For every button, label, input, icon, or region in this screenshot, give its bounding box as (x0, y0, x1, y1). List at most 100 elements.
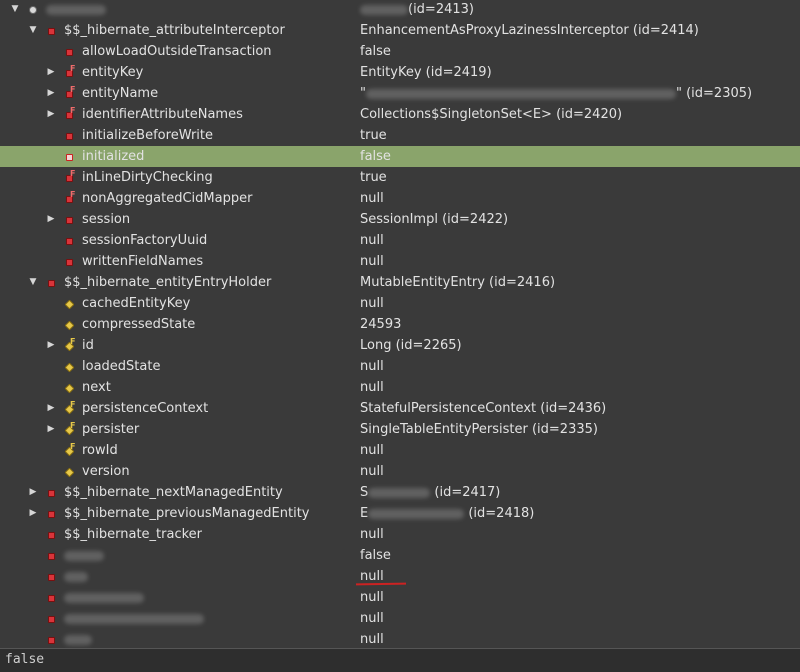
variable-value-text: null (360, 359, 384, 374)
variable-name: entityName (82, 86, 159, 101)
redacted-text (64, 571, 88, 582)
variable-row[interactable]: null (0, 608, 800, 629)
default-field-icon (62, 360, 76, 374)
variable-value: StatefulPersistenceContext (id=2436) (360, 398, 606, 419)
collapse-arrow-icon[interactable]: ▼ (8, 0, 22, 20)
variable-row[interactable]: ▶ Fid Long (id=2265) (0, 335, 800, 356)
variable-name: session (82, 212, 131, 227)
variable-value: Long (id=2265) (360, 335, 462, 356)
variable-row[interactable]: null (0, 629, 800, 648)
variable-value-text: null (360, 569, 384, 584)
variable-value-text: true (360, 128, 387, 143)
variable-row[interactable]: next null (0, 377, 800, 398)
expand-arrow-icon[interactable]: ▶ (44, 335, 58, 356)
variable-value: null (360, 587, 384, 608)
collapse-arrow-icon[interactable]: ▼ (26, 272, 40, 293)
variable-value-text: null (360, 254, 384, 269)
expand-arrow-icon[interactable]: ▶ (44, 104, 58, 125)
variable-value: true (360, 167, 387, 188)
variable-value-text: null (360, 233, 384, 248)
variable-value: null (360, 629, 384, 648)
expand-arrow-icon[interactable]: ▶ (44, 398, 58, 419)
variable-name: writtenFieldNames (82, 254, 204, 269)
variable-value: null (360, 608, 384, 629)
variable-row[interactable]: ▼ (id=2413) (0, 0, 800, 20)
variable-value-text: false (360, 149, 391, 164)
variable-row[interactable]: version null (0, 461, 800, 482)
variable-row[interactable]: ▶ FentityKey EntityKey (id=2419) (0, 62, 800, 83)
detail-pane[interactable]: false (0, 648, 800, 672)
variable-row[interactable]: ▶ FentityName " " (id=2305) (0, 83, 800, 104)
variable-row[interactable]: loadedState null (0, 356, 800, 377)
variable-row[interactable]: false (0, 545, 800, 566)
variable-value-text: null (360, 464, 384, 479)
default-field-icon (62, 465, 76, 479)
variable-row[interactable]: ▶ session SessionImpl (id=2422) (0, 209, 800, 230)
variable-value-text: null (360, 443, 384, 458)
variable-name: cachedEntityKey (82, 296, 191, 311)
variable-row[interactable]: FnonAggregatedCidMapper null (0, 188, 800, 209)
variable-name (46, 0, 106, 20)
variable-name: initialized (82, 149, 145, 164)
variable-value-suffix: " (id=2305) (675, 86, 753, 101)
variable-row[interactable]: FinLineDirtyChecking true (0, 167, 800, 188)
redacted-text (46, 4, 106, 15)
variable-value-text: 24593 (360, 317, 402, 332)
variable-row[interactable]: ▶ FpersistenceContext StatefulPersistenceC… (0, 398, 800, 419)
detail-pane-text: false (5, 652, 45, 667)
variable-value-text: MutableEntityEntry (id=2416) (360, 275, 556, 290)
variable-name: version (82, 464, 130, 479)
field-icon (44, 633, 58, 647)
variable-row[interactable]: FrowId null (0, 440, 800, 461)
variable-row[interactable]: initializeBeforeWrite true (0, 125, 800, 146)
field-icon (62, 45, 76, 59)
variable-name (64, 587, 144, 608)
variable-row[interactable]: ▼ $$_hibernate_entityEntryHolder MutableEn… (0, 272, 800, 293)
variable-row[interactable]: cachedEntityKey null (0, 293, 800, 314)
variable-value: null (360, 230, 384, 251)
variable-row[interactable]: ▶ $$_hibernate_previousManagedEntity E (id… (0, 503, 800, 524)
variable-row[interactable]: initialized false (0, 146, 800, 167)
variable-name (64, 566, 88, 587)
variable-value: SingleTableEntityPersister (id=2335) (360, 419, 598, 440)
variable-value-text: null (360, 632, 384, 647)
redacted-text (64, 634, 92, 645)
variables-tree[interactable]: ▼ (id=2413) ▼ $$_hibernate_attributeInterce… (0, 0, 800, 648)
variable-row[interactable]: ▶ $$_hibernate_nextManagedEntity S (id=241… (0, 482, 800, 503)
variable-name: persister (82, 422, 140, 437)
variable-row[interactable]: allowLoadOutsideTransaction false (0, 41, 800, 62)
variable-value: 24593 (360, 314, 401, 335)
variable-row[interactable]: null (0, 587, 800, 608)
expand-arrow-icon[interactable]: ▶ (44, 62, 58, 83)
variable-name: loadedState (82, 359, 161, 374)
variable-row[interactable]: ▶ FidentifierAttributeNames Collections$Si… (0, 104, 800, 125)
variable-value: " " (id=2305) (360, 83, 752, 104)
redacted-text (360, 4, 408, 15)
variable-name: allowLoadOutsideTransaction (82, 44, 272, 59)
expand-arrow-icon[interactable]: ▶ (44, 209, 58, 230)
expand-arrow-icon[interactable]: ▶ (26, 482, 40, 503)
variable-value: S (id=2417) (360, 482, 500, 503)
variable-value: null (360, 293, 384, 314)
variable-name: next (82, 380, 111, 395)
final-field-icon: F (62, 169, 76, 185)
variable-value-text: null (360, 611, 384, 626)
field-icon (62, 255, 76, 269)
variable-value: null (360, 461, 384, 482)
variable-row[interactable]: ▶ Fpersister SingleTableEntityPersister (i… (0, 419, 800, 440)
variable-value: EntityKey (id=2419) (360, 62, 492, 83)
expand-arrow-icon[interactable]: ▶ (26, 503, 40, 524)
default-field-icon (62, 381, 76, 395)
collapse-arrow-icon[interactable]: ▼ (26, 20, 40, 41)
variable-value-text: false (360, 548, 391, 563)
variable-row[interactable]: ▼ $$_hibernate_attributeInterceptor Enhanc… (0, 20, 800, 41)
variable-row[interactable]: compressedState 24593 (0, 314, 800, 335)
variable-row[interactable]: writtenFieldNames null (0, 251, 800, 272)
variable-name: $$_hibernate_entityEntryHolder (64, 275, 272, 290)
variable-value: (id=2413) (360, 0, 474, 20)
expand-arrow-icon[interactable]: ▶ (44, 419, 58, 440)
expand-arrow-icon[interactable]: ▶ (44, 83, 58, 104)
variable-row[interactable]: $$_hibernate_tracker null (0, 524, 800, 545)
variable-name (64, 545, 104, 566)
variable-row[interactable]: sessionFactoryUuid null (0, 230, 800, 251)
